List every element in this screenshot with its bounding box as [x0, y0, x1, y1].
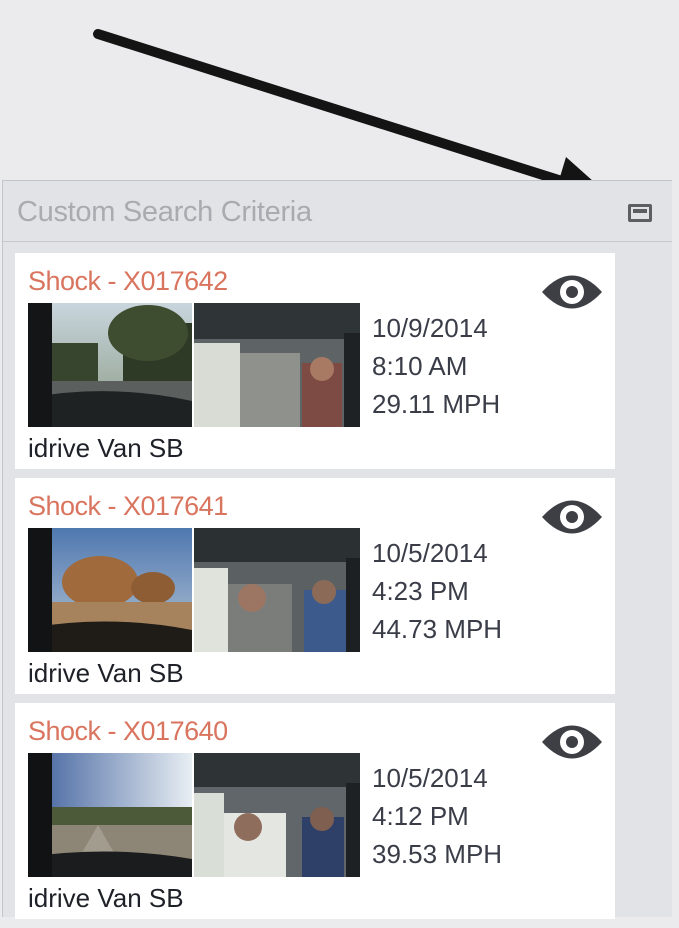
cabin-camera-image: [194, 303, 360, 427]
event-thumbnail[interactable]: [28, 753, 360, 877]
eye-icon[interactable]: [540, 494, 604, 540]
eye-icon[interactable]: [540, 269, 604, 315]
event-list: Shock - X017642 10/9/2014 8:10 AM 29.11 …: [15, 253, 615, 928]
event-title[interactable]: Shock - X017640: [28, 716, 228, 747]
cabin-camera-image: [194, 753, 360, 877]
event-date: 10/5/2014: [372, 763, 488, 793]
event-card[interactable]: Shock - X017640 10/5/2014 4:12 PM 39.53 …: [15, 703, 615, 919]
event-title[interactable]: Shock - X017642: [28, 266, 228, 297]
event-speed: 29.11 MPH: [372, 389, 501, 419]
event-time: 4:23 PM: [372, 576, 469, 606]
event-speed: 44.73 MPH: [372, 614, 503, 644]
panel-title: Custom Search Criteria: [17, 196, 312, 228]
event-thumbnail[interactable]: [28, 303, 360, 427]
event-thumbnail[interactable]: [28, 528, 360, 652]
event-title[interactable]: Shock - X017641: [28, 491, 228, 522]
event-card[interactable]: Shock - X017642 10/9/2014 8:10 AM 29.11 …: [15, 253, 615, 469]
road-camera-image: [28, 753, 192, 877]
road-camera-image: [28, 528, 192, 652]
panel-header: Custom Search Criteria: [3, 181, 672, 242]
road-camera-image: [28, 303, 192, 427]
cabin-camera-image: [194, 528, 360, 652]
event-vehicle: idrive Van SB: [28, 883, 184, 913]
custom-search-panel: Custom Search Criteria Shock - X017642 1…: [2, 180, 672, 919]
minimize-icon: [628, 204, 652, 222]
event-meta: 10/9/2014 8:10 AM 29.11 MPH: [372, 309, 500, 423]
eye-icon[interactable]: [540, 719, 604, 765]
event-date: 10/9/2014: [372, 313, 488, 343]
event-date: 10/5/2014: [372, 538, 488, 568]
event-time: 8:10 AM: [372, 351, 468, 381]
minimize-button[interactable]: [626, 201, 652, 223]
event-speed: 39.53 MPH: [372, 839, 503, 869]
event-vehicle: idrive Van SB: [28, 658, 184, 688]
event-meta: 10/5/2014 4:12 PM 39.53 MPH: [372, 759, 502, 873]
event-meta: 10/5/2014 4:23 PM 44.73 MPH: [372, 534, 502, 648]
event-time: 4:12 PM: [372, 801, 469, 831]
event-card[interactable]: Shock - X017641 10/5/2014 4:23 PM 44.73 …: [15, 478, 615, 694]
event-vehicle: idrive Van SB: [28, 433, 184, 463]
